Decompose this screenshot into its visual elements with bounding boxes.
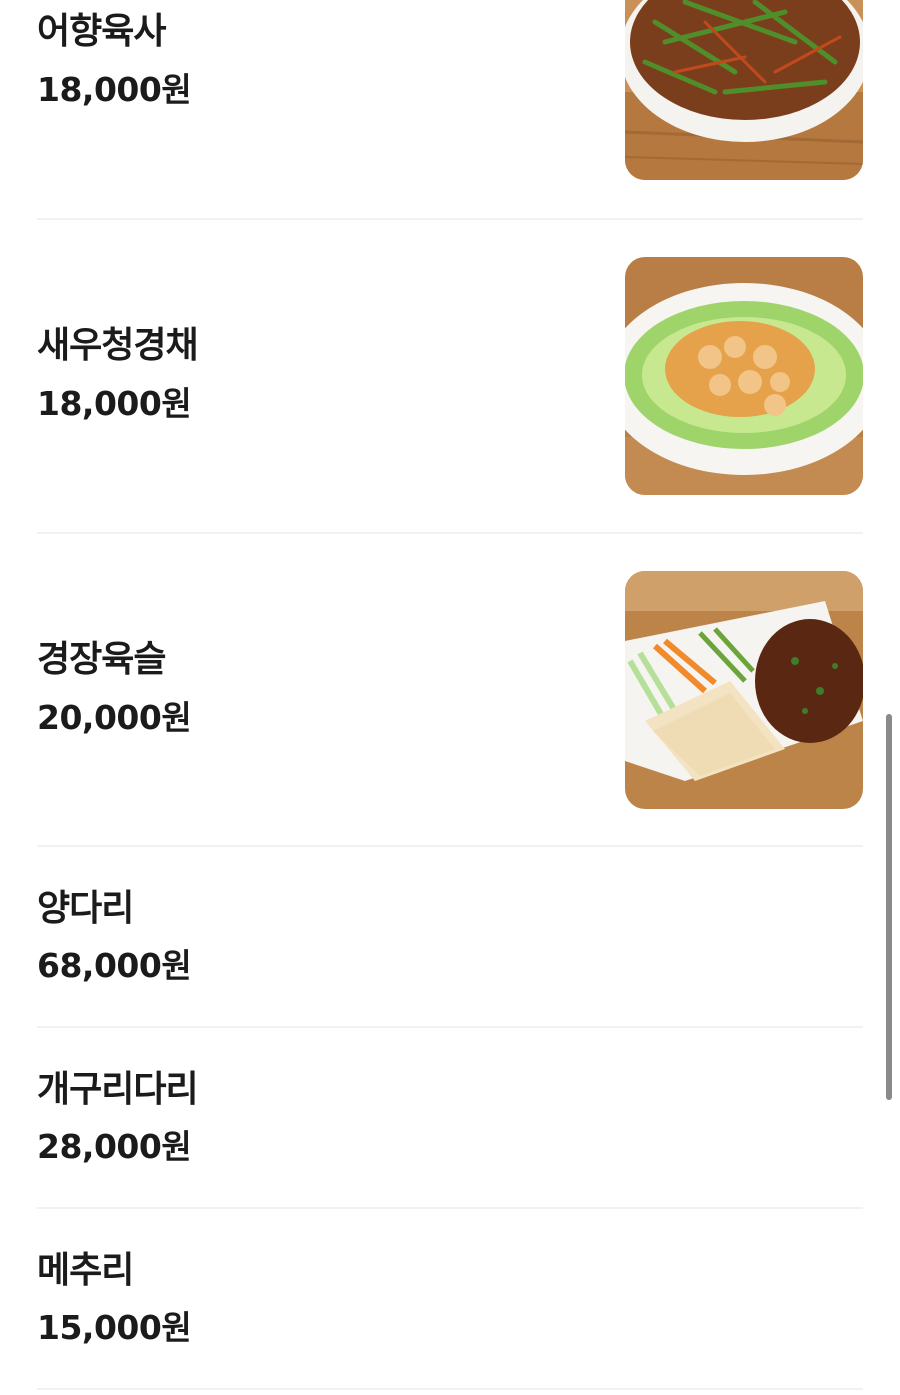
menu-item-price: 18,000원 [37,70,192,109]
menu-item[interactable]: 메추리 15,000원 [37,1209,863,1390]
menu-item-name: 개구리다리 [37,1069,199,1110]
jingjiang-pork-photo [625,571,863,809]
menu-item-image[interactable] [625,571,863,809]
shrimp-bokchoy-photo [625,257,863,495]
menu-item-name: 경장육슬 [37,639,166,680]
menu-item[interactable]: 경장육슬 20,000원 [37,534,863,847]
menu-item-name: 어향육사 [37,11,166,52]
menu-item-price: 68,000원 [37,946,192,985]
menu-item-price: 15,000원 [37,1308,192,1347]
menu-item[interactable]: 개구리다리 28,000원 [37,1028,863,1209]
menu-item[interactable]: 양다리 68,000원 [37,847,863,1028]
menu-item-price: 28,000원 [37,1127,192,1166]
yuxiang-pork-photo [625,0,863,180]
menu-item-price: 18,000원 [37,384,192,423]
menu-item-name: 양다리 [37,888,134,929]
menu-item-image[interactable] [625,0,863,180]
menu-item-name: 새우청경채 [37,325,199,366]
menu-item-image[interactable] [625,257,863,495]
menu-item[interactable]: 어향육사 18,000원 [37,0,863,220]
menu-item[interactable]: 새우청경채 18,000원 [37,220,863,534]
menu-item-price: 20,000원 [37,698,192,737]
menu-item-name: 메추리 [37,1250,134,1291]
scrollbar[interactable] [886,714,892,1100]
